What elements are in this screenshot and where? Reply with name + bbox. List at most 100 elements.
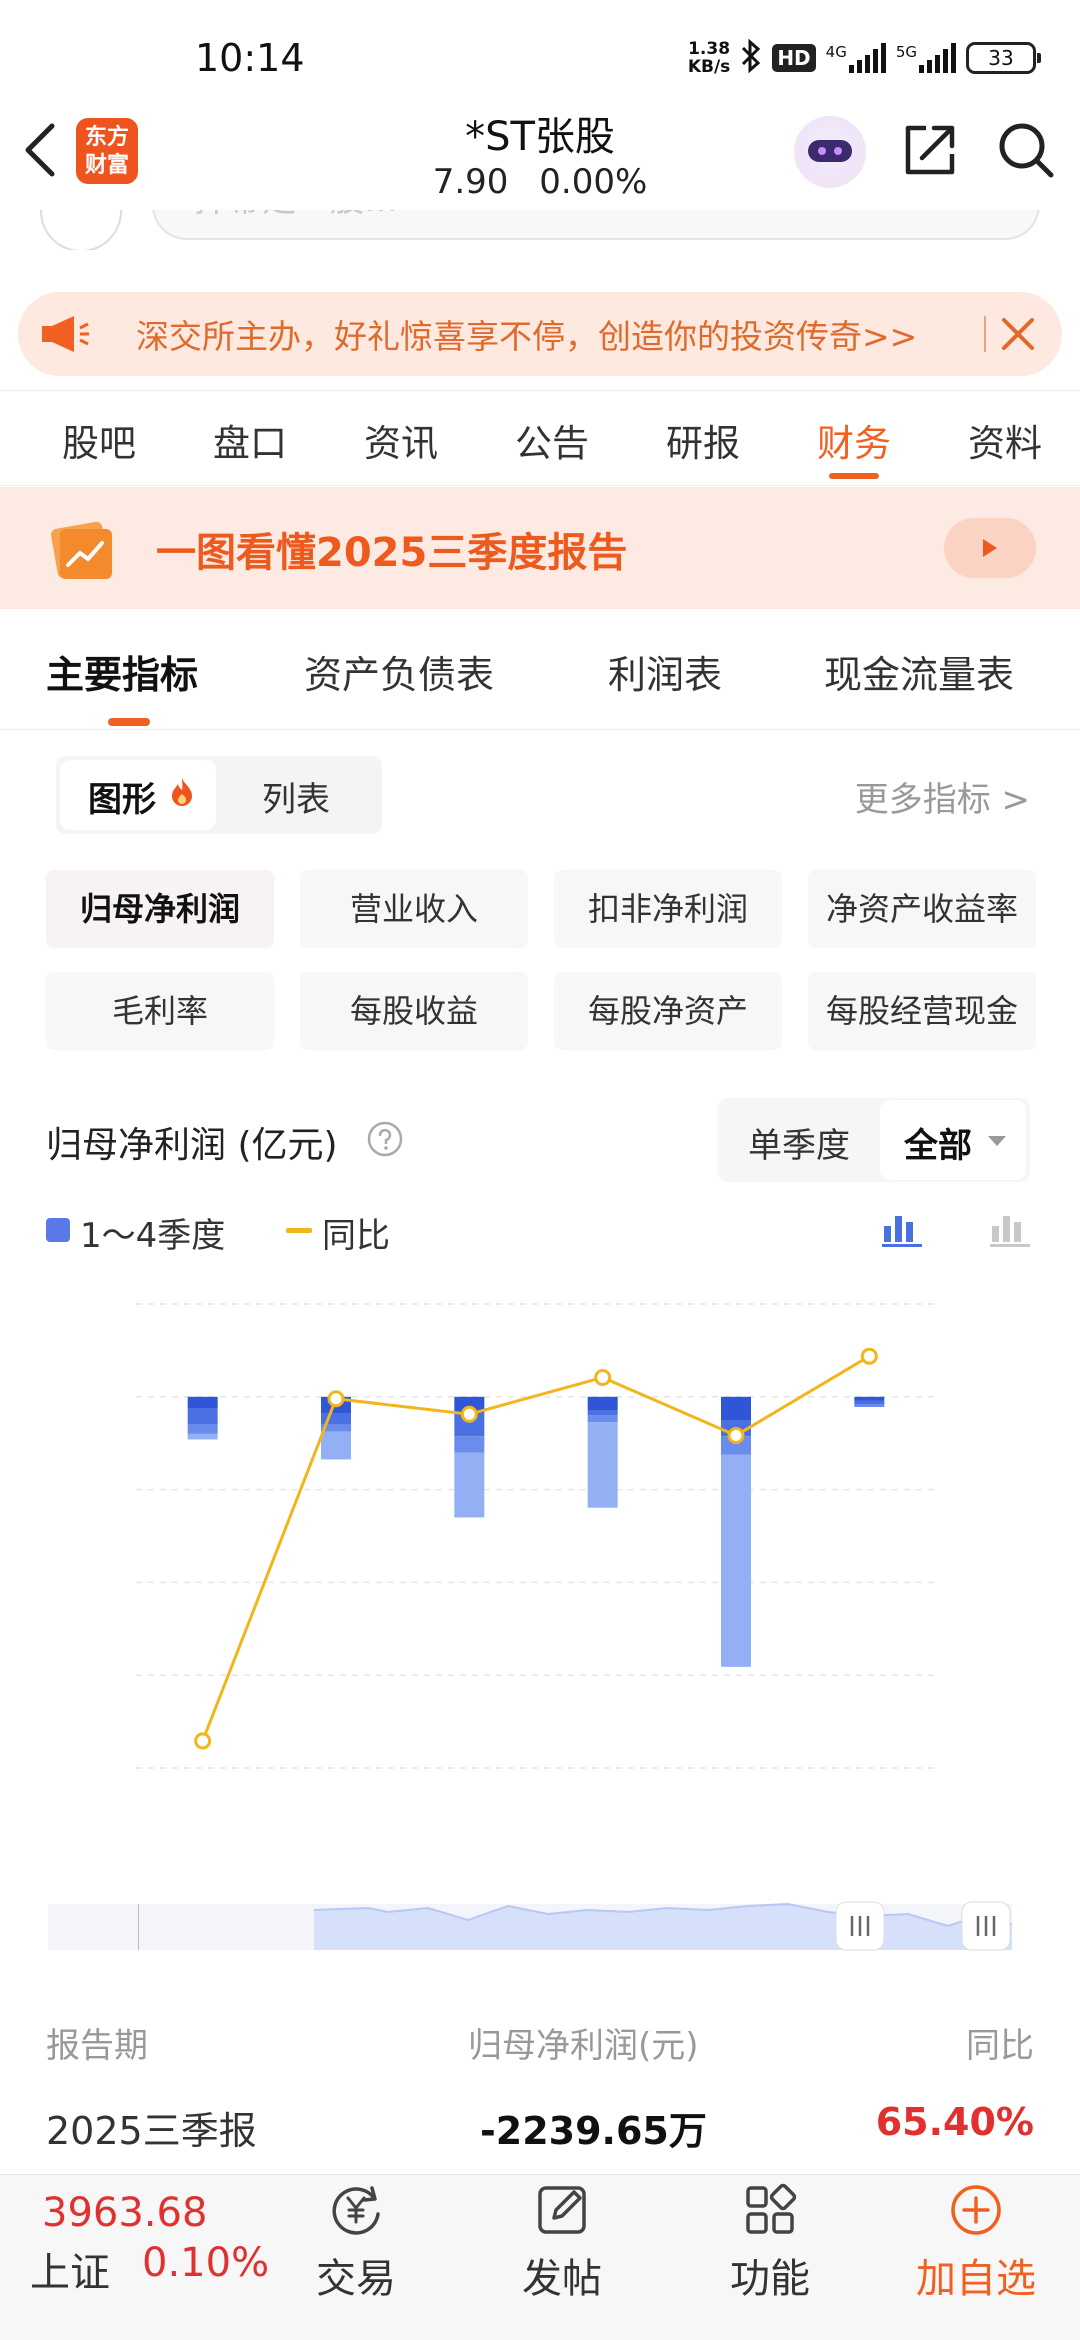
search-bar[interactable]: 择幂定一股… bbox=[152, 210, 1040, 240]
index-name[interactable]: 上证 bbox=[30, 2240, 110, 2298]
chart-range-scroller[interactable] bbox=[48, 1898, 1012, 1954]
report-chart-icon bbox=[50, 517, 116, 583]
chart-title: 归母净利润 (亿元) bbox=[46, 1125, 338, 1166]
promo-text[interactable]: 深交所主办，好礼惊喜享不停，创造你的投资传奇>> bbox=[136, 310, 917, 358]
tab-balance-sheet[interactable]: 资产负债表 bbox=[304, 644, 494, 699]
yoy-point bbox=[594, 1368, 612, 1386]
table-row-period: 2025三季报 bbox=[46, 2109, 257, 2153]
net-profit-chart bbox=[136, 1303, 936, 1769]
add-watchlist-button[interactable]: 加自选 bbox=[906, 2182, 1046, 2304]
bar-segment-q1 bbox=[721, 1396, 751, 1420]
search-placeholder: 择幂定一股… bbox=[194, 210, 398, 221]
camera-icon[interactable] bbox=[40, 210, 122, 250]
help-icon[interactable] bbox=[366, 1120, 404, 1158]
index-change[interactable]: 0.10% bbox=[142, 2240, 269, 2286]
finance-sub-tabs: 主要指标 资产负债表 利润表 现金流量表 bbox=[0, 610, 1080, 730]
app-logo[interactable]: 东方 财富 bbox=[76, 118, 138, 184]
trade-button[interactable]: 交易 bbox=[286, 2182, 426, 2304]
metric-gross-margin[interactable]: 毛利率 bbox=[46, 972, 274, 1050]
index-value[interactable]: 3963.68 bbox=[42, 2190, 207, 2236]
status-icons: 1.38 KB/s HD 4G 5G 33 bbox=[687, 36, 1041, 80]
net-speed: 1.38 KB/s bbox=[687, 39, 731, 77]
table-row-yoy: 65.40% bbox=[875, 2100, 1034, 2144]
table-header-period: 报告期 bbox=[46, 2026, 148, 2066]
report-banner-title[interactable]: 一图看懂2025三季度报告 bbox=[156, 520, 627, 578]
bar-segment-q3 bbox=[187, 1424, 218, 1434]
tab-income-statement[interactable]: 利润表 bbox=[608, 644, 722, 699]
stock-price: 7.90 bbox=[432, 162, 509, 202]
status-time: 10:14 bbox=[195, 36, 305, 80]
yoy-point bbox=[327, 1390, 345, 1408]
view-graph-button[interactable]: 图形 bbox=[60, 760, 216, 830]
yoy-line bbox=[201, 1354, 871, 1742]
metric-ocfps[interactable]: 每股经营现金 bbox=[808, 972, 1036, 1050]
metric-net-profit[interactable]: 归母净利润 bbox=[46, 870, 274, 948]
metric-bvps[interactable]: 每股净资产 bbox=[554, 972, 782, 1050]
battery-icon: 33 bbox=[966, 42, 1041, 74]
bar-segment-q2 bbox=[187, 1408, 218, 1425]
period-single-quarter-button[interactable]: 单季度 bbox=[748, 1118, 850, 1167]
bar-segment-q1 bbox=[187, 1396, 218, 1409]
metric-eps[interactable]: 每股收益 bbox=[300, 972, 528, 1050]
edit-icon bbox=[538, 2186, 586, 2234]
close-icon[interactable] bbox=[998, 314, 1038, 354]
bar-chart-icon[interactable] bbox=[988, 1208, 1032, 1248]
promo-divider bbox=[984, 316, 986, 352]
scroller-left-handle[interactable] bbox=[835, 1901, 885, 1951]
tab-profile[interactable]: 资料 bbox=[968, 391, 1042, 485]
bar-segment-q4 bbox=[321, 1431, 351, 1460]
megaphone-icon bbox=[40, 314, 90, 354]
bar-segment-q4 bbox=[454, 1452, 485, 1518]
metric-deducted-profit[interactable]: 扣非净利润 bbox=[554, 870, 782, 948]
post-button[interactable]: 发帖 bbox=[492, 2182, 632, 2304]
bar-segment-q3 bbox=[854, 1404, 885, 1408]
bar-segment-q3 bbox=[587, 1415, 618, 1423]
stock-name: *ST张股 bbox=[465, 114, 615, 160]
function-button[interactable]: 功能 bbox=[700, 2182, 840, 2304]
back-arrow-icon[interactable] bbox=[20, 120, 60, 180]
legend-bar-label[interactable]: 1～4季度 bbox=[80, 1208, 225, 1257]
more-metrics-link[interactable]: 更多指标 > bbox=[855, 772, 1030, 821]
bar-segment-q1 bbox=[854, 1396, 885, 1401]
grid-icon bbox=[746, 2183, 797, 2234]
yoy-point bbox=[727, 1426, 745, 1444]
tab-announcements[interactable]: 公告 bbox=[515, 391, 589, 485]
plus-circle-icon bbox=[951, 2185, 1001, 2235]
tab-cash-flow[interactable]: 现金流量表 bbox=[824, 644, 1014, 699]
bar-segment-q1 bbox=[587, 1396, 618, 1411]
metric-roe[interactable]: 净资产收益率 bbox=[808, 870, 1036, 948]
tab-guba[interactable]: 股吧 bbox=[62, 391, 136, 485]
yoy-point bbox=[860, 1347, 878, 1365]
metric-revenue[interactable]: 营业收入 bbox=[300, 870, 528, 948]
legend-line-label[interactable]: 同比 bbox=[322, 1208, 390, 1257]
yen-refresh-icon bbox=[332, 2186, 380, 2235]
tab-finance[interactable]: 财务 bbox=[817, 391, 891, 485]
chevron-down-icon bbox=[988, 1136, 1006, 1146]
bluetooth-icon bbox=[740, 38, 762, 78]
tab-research[interactable]: 研报 bbox=[666, 391, 740, 485]
bar-segment-q4 bbox=[187, 1433, 218, 1440]
table-row-value: -2239.65万 bbox=[480, 2109, 707, 2153]
stock-change: 0.00% bbox=[539, 162, 648, 202]
stock-price-line: 7.90 0.00% bbox=[340, 162, 740, 202]
yoy-point bbox=[460, 1405, 478, 1423]
ai-assistant-icon[interactable] bbox=[794, 116, 866, 188]
tab-pankou[interactable]: 盘口 bbox=[213, 391, 287, 485]
yoy-point bbox=[194, 1732, 212, 1750]
play-button[interactable] bbox=[944, 518, 1036, 578]
signal-4g-icon: 4G bbox=[826, 43, 886, 73]
legend-line-swatch bbox=[286, 1228, 312, 1233]
main-tabs: 股吧 盘口 资讯 公告 研报 财务 资料 bbox=[0, 390, 1080, 486]
stacked-bar-chart-icon[interactable] bbox=[880, 1208, 924, 1248]
view-list-button[interactable]: 列表 bbox=[262, 772, 330, 821]
table-header-yoy: 同比 bbox=[966, 2026, 1034, 2066]
share-icon[interactable] bbox=[902, 122, 958, 178]
bar-segment-q2 bbox=[854, 1400, 885, 1405]
search-icon[interactable] bbox=[996, 120, 1056, 180]
tab-news[interactable]: 资讯 bbox=[364, 391, 438, 485]
hd-badge: HD bbox=[772, 44, 816, 72]
tab-key-metrics[interactable]: 主要指标 bbox=[46, 644, 198, 699]
scrolled-search-strip: 择幂定一股… bbox=[0, 210, 1080, 250]
fire-icon bbox=[172, 778, 192, 806]
scroller-right-handle[interactable] bbox=[961, 1901, 1011, 1951]
